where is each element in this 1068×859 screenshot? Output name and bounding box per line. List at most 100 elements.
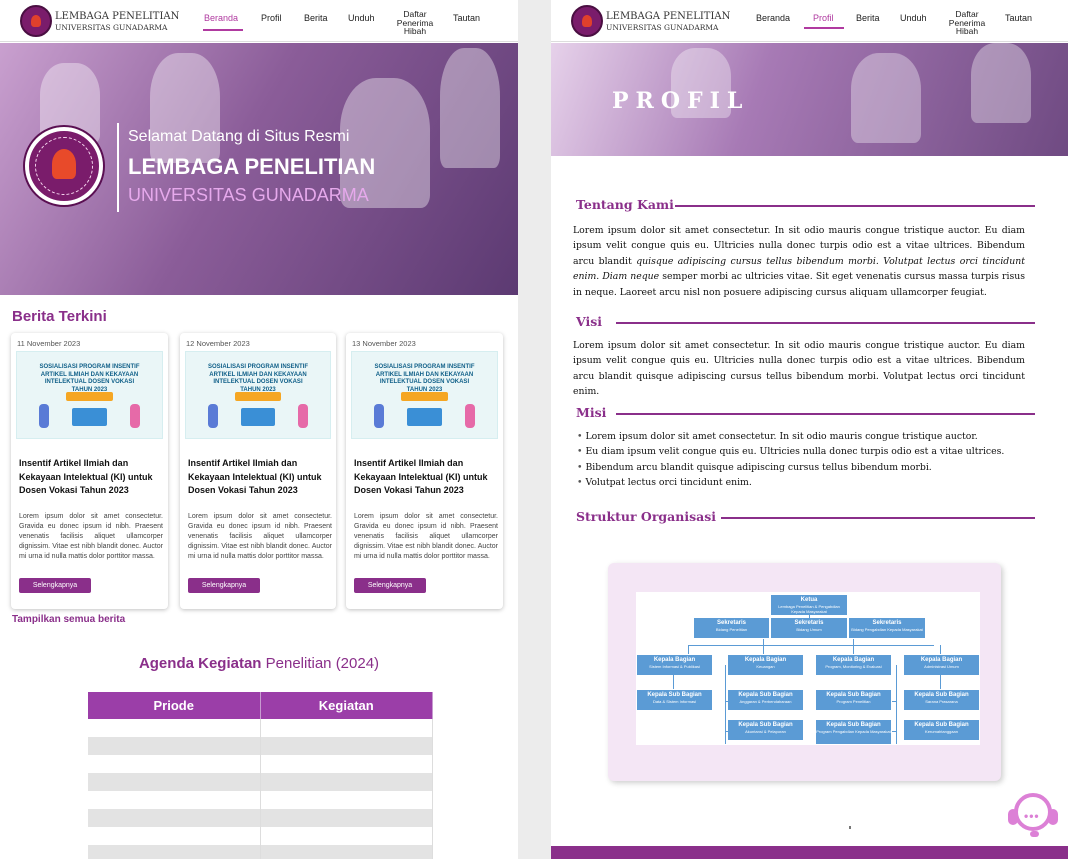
- table-row: [88, 827, 433, 845]
- org-box-sub: Bidang Penelitian: [715, 626, 748, 632]
- agenda-title: Agenda Kegiatan Penelitian (2024): [0, 655, 518, 672]
- heading-rule: [616, 322, 1035, 324]
- read-more-button[interactable]: Selengkapnya: [19, 578, 91, 593]
- org-box-kasubag-sarana: Kepala Sub Bagian Sarana Prasarana: [904, 690, 979, 710]
- org-box-kasubag-kerumahtanggaan: Kepala Sub Bagian Kerumahtanggaan: [904, 720, 979, 740]
- org-box-kasubag-akuntansi: Kepala Sub Bagian Akuntansi & Pelaporan: [728, 720, 803, 740]
- list-item: Lorem ipsum dolor sit amet consectetur. …: [577, 429, 1004, 444]
- read-more-button[interactable]: Selengkapnya: [188, 578, 260, 593]
- org-box-kabag-program: Kepala Bagian Program, Monitoring & Eval…: [816, 655, 891, 675]
- table-row: [88, 809, 433, 827]
- nav-profil[interactable]: Profil: [813, 13, 834, 23]
- org-box-sub: Program Pengabdian Kepada Masyarakat: [816, 728, 891, 734]
- list-item: Volutpat lectus orci tincidunt enim.: [577, 475, 1004, 490]
- org-box-sekretaris-pengabdian: Sekretaris Bidang Pengabdian Kepada Masy…: [849, 618, 925, 638]
- heading-rule: [721, 517, 1035, 519]
- org-box-title: Kepala Sub Bagian: [738, 692, 793, 698]
- nav-daftar-penerima-hibah[interactable]: Daftar Penerima Hibah: [393, 10, 437, 36]
- misi-heading: Misi: [576, 405, 607, 420]
- table-row: [88, 737, 433, 755]
- news-poster-image[interactable]: SOSIALISASI PROGRAM INSENTIF ARTIKEL ILM…: [351, 351, 498, 439]
- news-date: 11 November 2023: [17, 339, 81, 348]
- nav-daftar-line3: Hibah: [955, 26, 979, 36]
- org-box-title: Kepala Bagian: [653, 657, 696, 663]
- nav-active-underline: [203, 29, 243, 31]
- nav-tautan[interactable]: Tautan: [453, 13, 480, 23]
- org-chart-card: Ketua Lembaga Penelitian & Pengabdian Ke…: [608, 563, 1001, 781]
- university-seal-large-icon: [25, 127, 103, 205]
- org-box-kasubag-data: Kepala Sub Bagian Data & Sistem Informas…: [637, 690, 712, 710]
- agenda-title-bold: Agenda Kegiatan: [138, 655, 262, 672]
- org-box-title: Kepala Sub Bagian: [914, 722, 969, 728]
- org-box-title: Kepala Sub Bagian: [647, 692, 702, 698]
- nav-unduh[interactable]: Unduh: [348, 13, 375, 23]
- nav-daftar-line3: Hibah: [403, 26, 427, 36]
- org-box-sub: Akuntansi & Pelaporan: [745, 728, 786, 734]
- org-box-sekretaris-penelitian: Sekretaris Bidang Penelitian: [694, 618, 769, 638]
- customer-support-headset-icon[interactable]: •••: [1006, 791, 1062, 839]
- brand-subname[interactable]: UNIVERSITAS GUNADARMA: [606, 23, 718, 32]
- col-header-periode: Priode: [88, 692, 261, 719]
- news-card[interactable]: 11 November 2023 SOSIALISASI PROGRAM INS…: [11, 333, 168, 609]
- agenda-table: Priode Kegiatan: [88, 692, 433, 859]
- news-card[interactable]: 13 November 2023 SOSIALISASI PROGRAM INS…: [346, 333, 503, 609]
- cursor-mark: [849, 826, 851, 829]
- org-box-sekretaris-umum: Sekretaris Bidang Umum: [771, 618, 847, 638]
- university-seal-icon[interactable]: [571, 5, 603, 37]
- brand-subname[interactable]: UNIVERSITAS GUNADARMA: [55, 23, 167, 32]
- news-card[interactable]: 12 November 2023 SOSIALISASI PROGRAM INS…: [180, 333, 336, 609]
- brand-name[interactable]: LEMBAGA PENELITIAN: [606, 11, 730, 22]
- hero-title: LEMBAGA PENELITIAN: [128, 154, 376, 179]
- org-box-title: Kepala Bagian: [832, 657, 875, 663]
- misi-list: Lorem ipsum dolor sit amet consectetur. …: [577, 429, 1004, 491]
- org-box-sub: Kerumahtanggaan: [925, 728, 958, 734]
- nav-berita[interactable]: Berita: [304, 13, 328, 23]
- news-title[interactable]: Insentif Artikel Ilmiah dan Kekayaan Int…: [19, 457, 159, 498]
- news-title[interactable]: Insentif Artikel Ilmiah dan Kekayaan Int…: [354, 457, 494, 498]
- news-poster-image[interactable]: SOSIALISASI PROGRAM INSENTIF ARTIKEL ILM…: [185, 351, 331, 439]
- home-page: LEMBAGA PENELITIAN UNIVERSITAS GUNADARMA…: [0, 0, 518, 859]
- org-box-title: Sekretaris: [794, 620, 824, 626]
- hero-greeting: Selamat Datang di Situs Resmi: [128, 128, 350, 145]
- org-box-sub: Bidang Umum: [796, 626, 822, 632]
- about-heading: Tentang Kami: [576, 197, 674, 212]
- org-box-title: Sekretaris: [872, 620, 902, 626]
- nav-beranda[interactable]: Beranda: [756, 13, 790, 23]
- brand-name[interactable]: LEMBAGA PENELITIAN: [55, 11, 179, 22]
- table-row: [88, 845, 433, 859]
- nav-active-underline: [804, 27, 844, 29]
- news-poster-image[interactable]: SOSIALISASI PROGRAM INSENTIF ARTIKEL ILM…: [16, 351, 163, 439]
- read-more-button[interactable]: Selengkapnya: [354, 578, 426, 593]
- org-box-kabag-sistem-informasi: Kepala Bagian Sistem Informasi & Publika…: [637, 655, 712, 675]
- org-box-sub: Bidang Pengabdian Kepada Masyarakat: [851, 626, 923, 632]
- org-box-ketua: Ketua Lembaga Penelitian & Pengabdian Ke…: [771, 595, 847, 615]
- show-all-news-link[interactable]: Tampilkan semua berita: [12, 614, 125, 625]
- about-text: Lorem ipsum dolor sit amet consectetur. …: [573, 223, 1025, 300]
- news-title[interactable]: Insentif Artikel Ilmiah dan Kekayaan Int…: [188, 457, 328, 498]
- agenda-title-light: Penelitian (2024): [265, 655, 380, 672]
- org-chart[interactable]: Ketua Lembaga Penelitian & Pengabdian Ke…: [636, 592, 980, 745]
- news-excerpt: Lorem ipsum dolor sit amet consectetur. …: [188, 513, 332, 560]
- org-box-sub: Sarana Prasarana: [925, 698, 958, 704]
- org-box-sub: Program, Monitoring & Evaluasi: [825, 663, 882, 669]
- nav-profil[interactable]: Profil: [261, 13, 282, 23]
- org-box-title: Kepala Bagian: [744, 657, 787, 663]
- poster-title: SOSIALISASI PROGRAM INSENTIF ARTIKEL ILM…: [39, 364, 140, 393]
- news-excerpt: Lorem ipsum dolor sit amet consectetur. …: [19, 513, 163, 560]
- nav-berita[interactable]: Berita: [856, 13, 880, 23]
- org-box-title: Kepala Sub Bagian: [738, 722, 793, 728]
- nav-beranda[interactable]: Beranda: [204, 13, 238, 23]
- visi-heading: Visi: [576, 314, 603, 329]
- university-seal-icon[interactable]: [20, 5, 52, 37]
- list-item: Eu diam ipsum velit congue quis eu. Ultr…: [577, 444, 1004, 459]
- visi-text: Lorem ipsum dolor sit amet consectetur. …: [573, 340, 1025, 398]
- nav-daftar-penerima-hibah[interactable]: Daftar Penerima Hibah: [945, 10, 989, 36]
- nav-tautan[interactable]: Tautan: [1005, 13, 1032, 23]
- col-header-kegiatan: Kegiatan: [261, 692, 433, 719]
- nav-unduh[interactable]: Unduh: [900, 13, 927, 23]
- org-box-kasubag-program-penelitian: Kepala Sub Bagian Program Penelitian: [816, 690, 891, 710]
- org-box-sub: Program Penelitian: [836, 698, 871, 704]
- heading-rule: [675, 205, 1035, 207]
- table-row: [88, 791, 433, 809]
- table-row: [88, 719, 433, 737]
